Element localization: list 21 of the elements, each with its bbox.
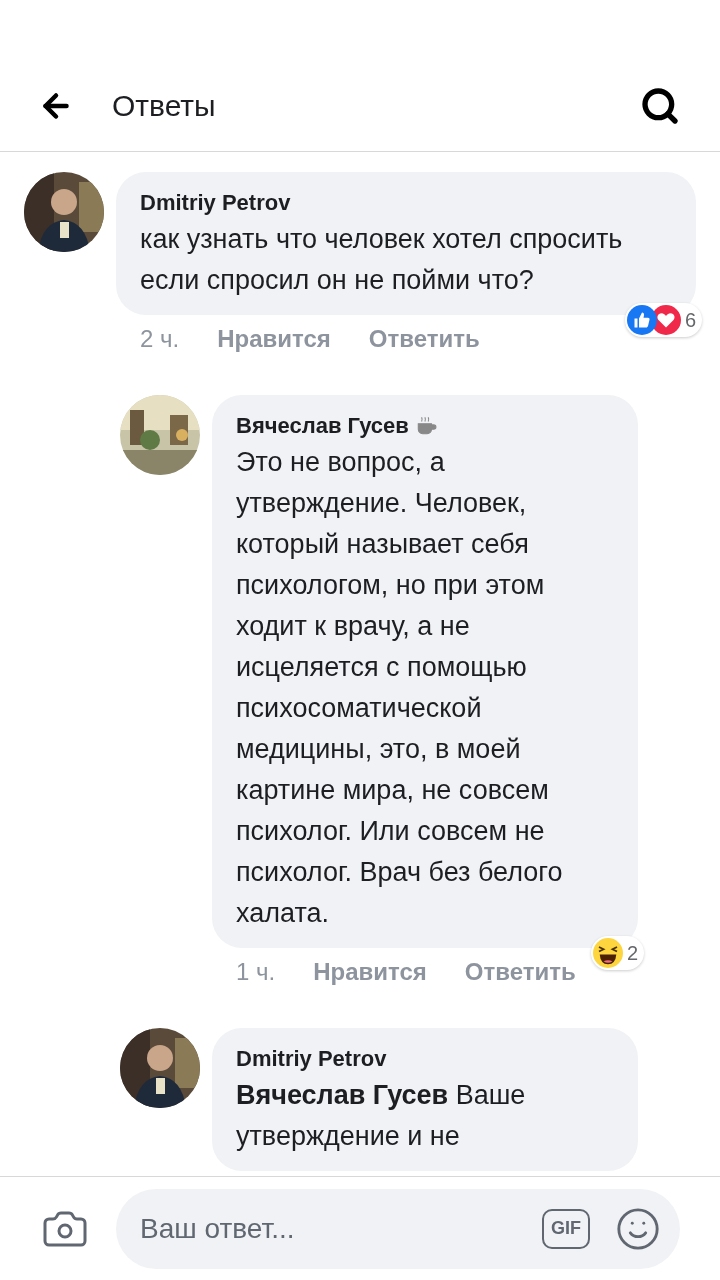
comment-time: 1 ч. [236,957,276,987]
like-link[interactable]: Нравится [313,954,427,990]
search-icon [640,85,680,126]
reactions-pill[interactable]: 2 [590,936,644,970]
reaction-count: 6 [684,308,696,333]
comment-text: как узнать что человек хотел спросить если спросил он не пойми что? [140,223,624,297]
author-name[interactable]: Dmitriy Petrov [236,1042,387,1075]
page-title: Ответы [112,88,216,124]
comment-text: Это не вопрос, а утверждение. Человек, который называет себя психологом, но при этом ходит к врачу, а не исцеляется с помощью психосоматической медицины, это, в моей картине мира, не совсем психолог. Или совсем не психолог. Врач без белого халата. [236,446,564,930]
comment-text: Вячеслав Гусев Ваше утверждение и не [236,1079,527,1153]
smiley-icon [615,1205,661,1252]
author-name[interactable]: Вячеслав Гусев [236,409,409,442]
author-name[interactable]: Dmitriy Petrov [140,186,291,219]
reply-input-field[interactable]: Ваш ответ... GIF [116,1188,680,1269]
like-link[interactable]: Нравится [217,321,331,357]
comment-time: 2 ч. [140,324,180,354]
reply-link[interactable]: Ответить [368,321,480,357]
reactions-pill[interactable]: 6 [624,303,702,337]
reaction-count: 2 [626,941,638,966]
reply-link[interactable]: Ответить [464,954,576,990]
gif-button[interactable]: GIF [542,1208,590,1249]
